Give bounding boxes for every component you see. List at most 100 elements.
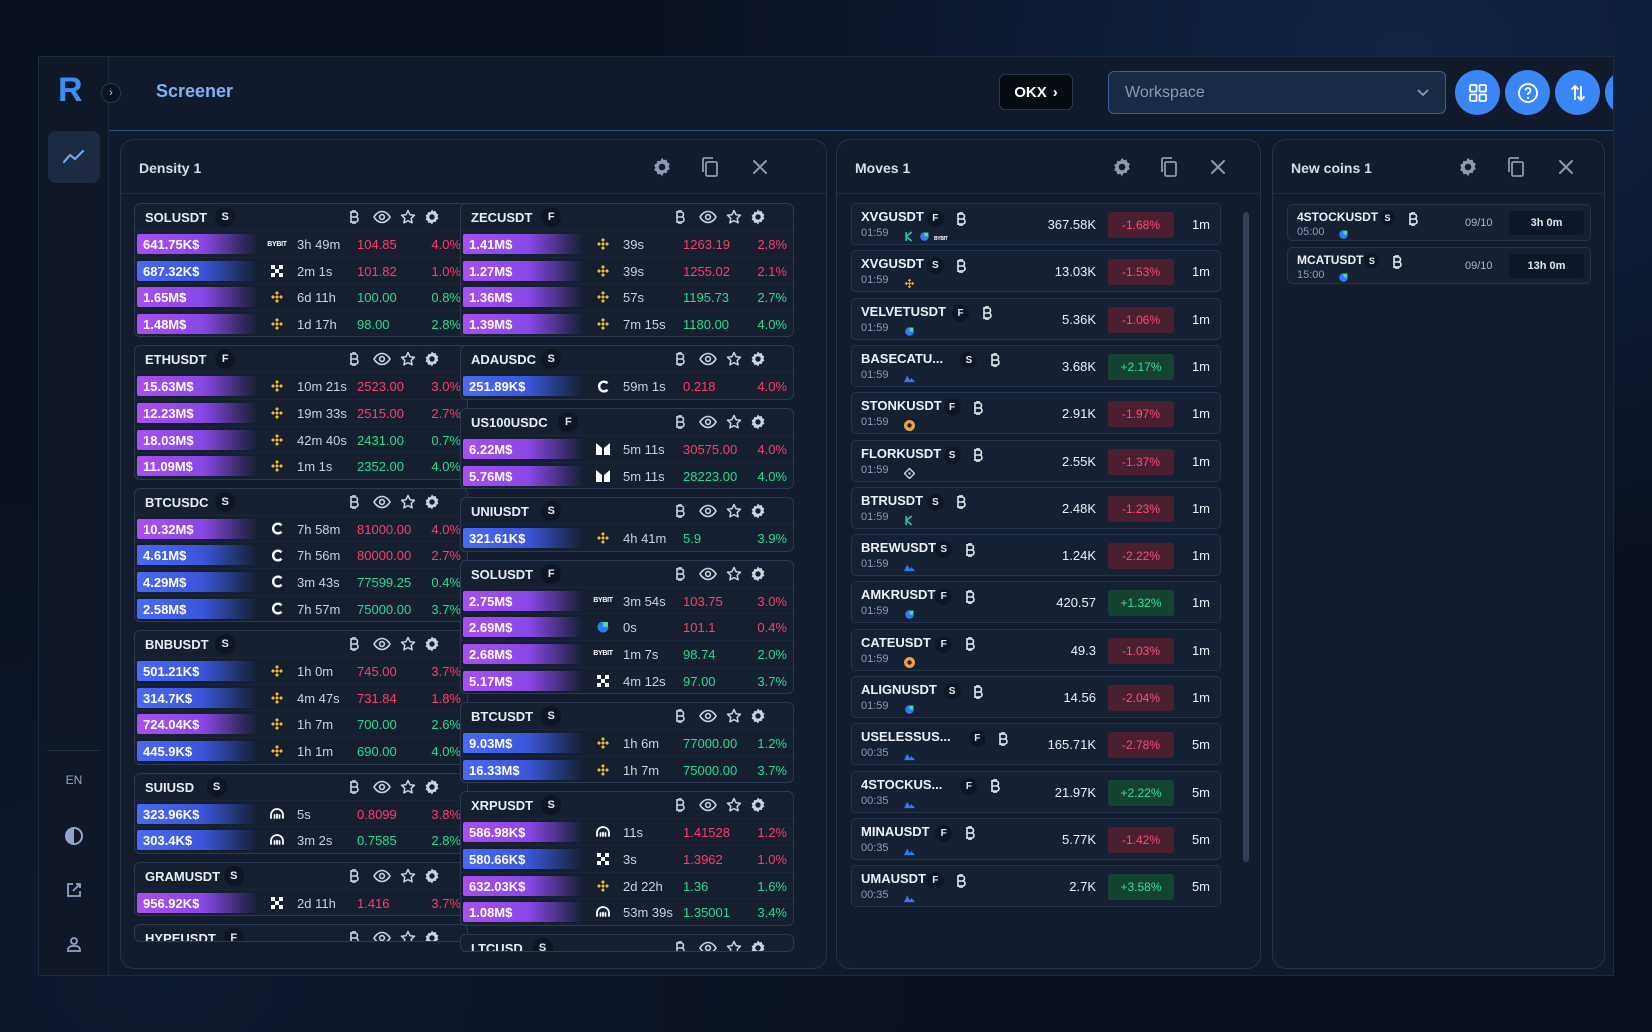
order-row[interactable]: 5.76M$ 5m 11s 28223.00 4.0% (461, 461, 793, 489)
symbol-label[interactable]: SUIUSD (145, 780, 194, 795)
eye-icon[interactable] (373, 929, 391, 942)
order-row[interactable]: 1.65M$ 6d 11h 100.00 0.8% (135, 283, 467, 310)
symbol-label[interactable]: CATEUSDT (861, 635, 931, 650)
help-button[interactable] (1505, 70, 1550, 115)
bitcoin-icon[interactable] (345, 929, 363, 942)
new-coin-row[interactable]: MCATUSDT S 15:00 09/10 13h 0m (1287, 247, 1591, 284)
settings-gear-icon[interactable] (423, 929, 441, 942)
symbol-label[interactable]: STONKUSDT (861, 398, 942, 413)
star-icon[interactable] (399, 208, 417, 226)
settings-gear-icon[interactable] (423, 208, 441, 226)
bitcoin-icon[interactable] (671, 565, 689, 583)
order-row[interactable]: 16.33M$ 1h 7m 75000.00 3.7% (461, 755, 793, 783)
move-row[interactable]: BREWUSDT S 01:59 1.24K -2.22% 1m (851, 534, 1221, 577)
bitcoin-icon[interactable] (345, 635, 363, 653)
order-row[interactable]: 6.22M$ 5m 11s 30575.00 4.0% (461, 435, 793, 462)
close-icon[interactable] (1205, 154, 1231, 180)
symbol-label[interactable]: 4STOCKUSDT (1297, 210, 1378, 224)
app-logo[interactable]: R (58, 71, 83, 110)
eye-icon[interactable] (373, 778, 391, 796)
sort-button[interactable] (1555, 70, 1600, 115)
layout-grid-button[interactable] (1455, 70, 1500, 115)
settings-gear-icon[interactable] (749, 707, 767, 725)
symbol-label[interactable]: BTRUSDT (861, 493, 923, 508)
order-row[interactable]: 2.69M$ 0s 101.1 0.4% (461, 613, 793, 640)
settings-gear-icon[interactable] (649, 154, 675, 180)
star-icon[interactable] (725, 502, 743, 520)
bitcoin-icon[interactable] (671, 796, 689, 814)
order-row[interactable]: 1.36M$ 57s 1195.73 2.7% (461, 283, 793, 310)
order-row[interactable]: 724.04K$ 1h 7m 700.00 2.6% (135, 710, 467, 737)
symbol-label[interactable]: BREWUSDT (861, 540, 936, 555)
bitcoin-icon[interactable] (671, 350, 689, 368)
settings-gear-icon[interactable] (749, 939, 767, 951)
copy-icon[interactable] (1503, 154, 1529, 180)
star-icon[interactable] (399, 929, 417, 942)
settings-gear-icon[interactable] (749, 565, 767, 583)
eye-icon[interactable] (373, 208, 391, 226)
order-row[interactable]: 2.58M$ 7h 57m 75000.00 3.7% (135, 594, 467, 622)
symbol-label[interactable]: ETHUSDT (145, 352, 206, 367)
new-coin-row[interactable]: 4STOCKUSDT S 05:00 09/10 3h 0m (1287, 204, 1591, 241)
symbol-label[interactable]: HYPEUSDT (145, 931, 216, 941)
order-row[interactable]: 1.48M$ 1d 17h 98.00 2.8% (135, 309, 467, 337)
settings-gear-icon[interactable] (749, 413, 767, 431)
theme-toggle-icon[interactable] (61, 823, 87, 849)
symbol-label[interactable]: USELESSUS... (861, 729, 951, 744)
star-icon[interactable] (725, 350, 743, 368)
eye-icon[interactable] (699, 502, 717, 520)
external-link-icon[interactable] (61, 877, 87, 903)
settings-gear-icon[interactable] (423, 350, 441, 368)
star-icon[interactable] (399, 635, 417, 653)
star-icon[interactable] (725, 413, 743, 431)
move-row[interactable]: AMKRUSDT F 01:59 420.57 +1.32% 1m (851, 581, 1221, 624)
order-row[interactable]: 580.66K$ 3s 1.3962 1.0% (461, 844, 793, 872)
eye-icon[interactable] (373, 493, 391, 511)
star-icon[interactable] (399, 493, 417, 511)
symbol-label[interactable]: FLORKUSDT (861, 446, 941, 461)
settings-gear-icon[interactable] (1455, 154, 1481, 180)
close-icon[interactable] (747, 154, 773, 180)
eye-icon[interactable] (699, 208, 717, 226)
order-row[interactable]: 15.63M$ 10m 21s 2523.00 3.0% (135, 372, 467, 399)
move-row[interactable]: 4STOCKUS... F 00:35 21.97K +2.22% 5m (851, 770, 1221, 813)
symbol-label[interactable]: VELVETUSDT (861, 304, 946, 319)
symbol-label[interactable]: GRAMUSDT (145, 869, 220, 884)
add-widget-button[interactable] (1605, 70, 1613, 115)
eye-icon[interactable] (699, 350, 717, 368)
bitcoin-icon[interactable] (345, 493, 363, 511)
order-row[interactable]: 10.32M$ 7h 58m 81000.00 4.0% (135, 514, 467, 542)
star-icon[interactable] (399, 350, 417, 368)
star-icon[interactable] (399, 778, 417, 796)
symbol-label[interactable]: US100USDC (471, 415, 548, 430)
settings-gear-icon[interactable] (423, 493, 441, 511)
bitcoin-icon[interactable] (671, 413, 689, 431)
star-icon[interactable] (725, 565, 743, 583)
user-icon[interactable] (61, 931, 87, 957)
eye-icon[interactable] (699, 796, 717, 814)
order-row[interactable]: 445.9K$ 1h 1m 690.00 4.0% (135, 736, 467, 764)
symbol-label[interactable]: ALIGNUSDT (861, 682, 937, 697)
move-row[interactable]: USELESSUS... F 00:35 165.71K -2.78% 5m (851, 723, 1221, 766)
order-row[interactable]: 1.41M$ 39s 1263.19 2.8% (461, 230, 793, 257)
order-row[interactable]: 314.7K$ 4m 47s 731.84 1.8% (135, 683, 467, 711)
settings-gear-icon[interactable] (749, 502, 767, 520)
symbol-label[interactable]: BNBUSDT (145, 637, 209, 652)
order-row[interactable]: 1.27M$ 39s 1255.02 2.1% (461, 256, 793, 284)
order-row[interactable]: 251.89K$ 59m 1s 0.218 4.0% (461, 372, 793, 399)
order-row[interactable]: 18.03M$ 42m 40s 2431.00 0.7% (135, 425, 467, 453)
eye-icon[interactable] (373, 350, 391, 368)
order-row[interactable]: 321.61K$ 4h 41m 5.9 3.9% (461, 524, 793, 551)
order-row[interactable]: 323.96K$ 5s 0.8099 3.8% (135, 799, 467, 827)
order-row[interactable]: 641.75K$ BYBIT 3h 49m 104.85 4.0% (135, 230, 467, 257)
order-row[interactable]: 501.21K$ 1h 0m 745.00 3.7% (135, 657, 467, 684)
order-row[interactable]: 632.03K$ 2d 22h 1.36 1.6% (461, 871, 793, 899)
language-switcher[interactable]: EN (39, 773, 109, 787)
star-icon[interactable] (725, 208, 743, 226)
order-row[interactable]: 303.4K$ 3m 2s 0.7585 2.8% (135, 826, 467, 853)
star-icon[interactable] (725, 796, 743, 814)
eye-icon[interactable] (373, 635, 391, 653)
symbol-label[interactable]: ADAUSDC (471, 352, 536, 367)
star-icon[interactable] (725, 939, 743, 951)
order-row[interactable]: 4.29M$ 3m 43s 77599.25 0.4% (135, 567, 467, 595)
